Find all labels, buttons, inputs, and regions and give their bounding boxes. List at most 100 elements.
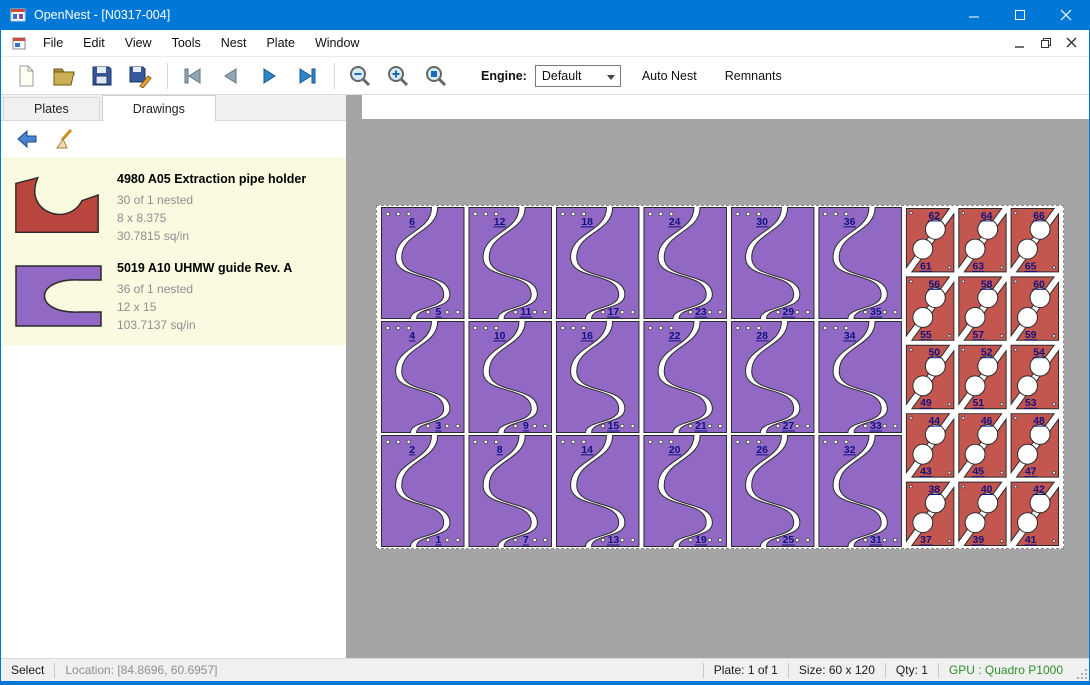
window-controls [951, 0, 1089, 30]
part-label: 36 [844, 217, 856, 228]
mdi-minimize-button[interactable] [1011, 35, 1029, 51]
zoom-fit-icon[interactable] [421, 61, 451, 91]
part-hole [948, 266, 951, 269]
part-cutout [1030, 356, 1050, 376]
part-label: 61 [920, 261, 932, 272]
part-hole [582, 212, 586, 216]
part-hole [386, 326, 390, 330]
part-label: 62 [928, 211, 940, 222]
part-hole [795, 310, 799, 314]
document-icon[interactable] [11, 35, 27, 51]
remnants-button[interactable]: Remnants [718, 69, 789, 83]
back-arrow-icon[interactable] [13, 125, 41, 153]
zoom-out-icon[interactable] [345, 61, 375, 91]
part-hole [962, 348, 965, 351]
auto-nest-button[interactable]: Auto Nest [635, 69, 704, 83]
part-hole [834, 440, 838, 444]
nav-first-icon[interactable] [178, 61, 208, 91]
part-hole [844, 440, 848, 444]
part-label: 34 [844, 331, 856, 342]
drawing-item[interactable]: 5019 A10 UHMW guide Rev. A 36 of 1 neste… [1, 250, 346, 339]
nest-canvas[interactable]: 6512111817242330293635431091615222128273… [346, 95, 1089, 658]
nav-prev-icon[interactable] [216, 61, 246, 91]
toolbar-separator [167, 63, 168, 89]
window-title: OpenNest - [N0317-004] [34, 8, 170, 22]
part-hole [757, 440, 761, 444]
nav-next-icon[interactable] [254, 61, 284, 91]
part-hole [948, 471, 951, 474]
main-toolbar: Engine: Default Auto Nest Remnants [1, 57, 1089, 95]
part-hole [648, 440, 652, 444]
tab-plates[interactable]: Plates [3, 97, 100, 120]
new-file-icon[interactable] [11, 61, 41, 91]
part-hole [948, 403, 951, 406]
part-cutout [925, 356, 945, 376]
part-hole [533, 538, 537, 542]
menu-file[interactable]: File [33, 30, 73, 56]
part-label: 6 [409, 217, 415, 228]
part-hole [864, 310, 868, 314]
part-hole [407, 440, 411, 444]
sidebar-tabstrip: Plates Drawings [1, 95, 346, 121]
part-label: 43 [920, 467, 932, 478]
nest-plate-svg[interactable]: 6512111817242330293635431091615222128273… [377, 206, 1063, 548]
part-hole [893, 424, 897, 428]
part-hole [473, 326, 477, 330]
mdi-close-button[interactable] [1063, 35, 1081, 51]
part-hole [718, 310, 722, 314]
close-button[interactable] [1043, 0, 1089, 30]
engine-select[interactable]: Default [535, 65, 621, 87]
part-cutout [913, 239, 933, 259]
part-hole [948, 540, 951, 543]
tab-drawings[interactable]: Drawings [102, 95, 216, 121]
clean-broom-icon[interactable] [53, 125, 81, 153]
part-hole [795, 424, 799, 428]
part-label: 10 [494, 331, 506, 342]
main-area: Plates Drawings 4980 A05 Extraction pip [1, 95, 1089, 658]
part-hole [445, 310, 449, 314]
part-cutout [978, 493, 998, 513]
zoom-in-icon[interactable] [383, 61, 413, 91]
save-icon[interactable] [87, 61, 117, 91]
part-hole [823, 212, 827, 216]
part-label: 65 [1025, 261, 1037, 272]
part-hole [426, 424, 430, 428]
menu-window[interactable]: Window [305, 30, 369, 56]
part-hole [909, 280, 912, 283]
part-hole [736, 326, 740, 330]
menu-edit[interactable]: Edit [73, 30, 115, 56]
part-hole [659, 212, 663, 216]
part-label: 4 [409, 331, 415, 342]
part-hole [494, 440, 498, 444]
mdi-restore-button[interactable] [1037, 35, 1055, 51]
part-cutout [913, 376, 933, 396]
open-folder-icon[interactable] [49, 61, 79, 91]
status-location: Location: [84.8696, 60.6957] [55, 663, 227, 677]
drawing-item[interactable]: 4980 A05 Extraction pipe holder 30 of 1 … [1, 161, 346, 250]
part-hole [456, 538, 460, 542]
plate[interactable]: 6512111817242330293635431091615222128273… [376, 205, 1064, 549]
part-cutout [978, 425, 998, 445]
part-hole [718, 538, 722, 542]
save-as-icon[interactable] [125, 61, 155, 91]
part-hole [823, 440, 827, 444]
part-hole [561, 212, 565, 216]
part-cutout [978, 219, 998, 239]
part-label: 1 [436, 535, 442, 546]
menu-view[interactable]: View [115, 30, 162, 56]
minimize-button[interactable] [951, 0, 997, 30]
menu-nest[interactable]: Nest [211, 30, 257, 56]
resize-grip[interactable] [1073, 659, 1089, 681]
part-label: 14 [581, 445, 593, 456]
maximize-button[interactable] [997, 0, 1043, 30]
menu-tools[interactable]: Tools [162, 30, 211, 56]
part-hole [1000, 334, 1003, 337]
part-hole [669, 326, 673, 330]
part-hole [806, 424, 810, 428]
part-hole [620, 538, 624, 542]
menu-plate[interactable]: Plate [256, 30, 305, 56]
part-cutout [1018, 513, 1038, 533]
part-hole [757, 212, 761, 216]
nav-last-icon[interactable] [292, 61, 322, 91]
part-hole [909, 212, 912, 215]
